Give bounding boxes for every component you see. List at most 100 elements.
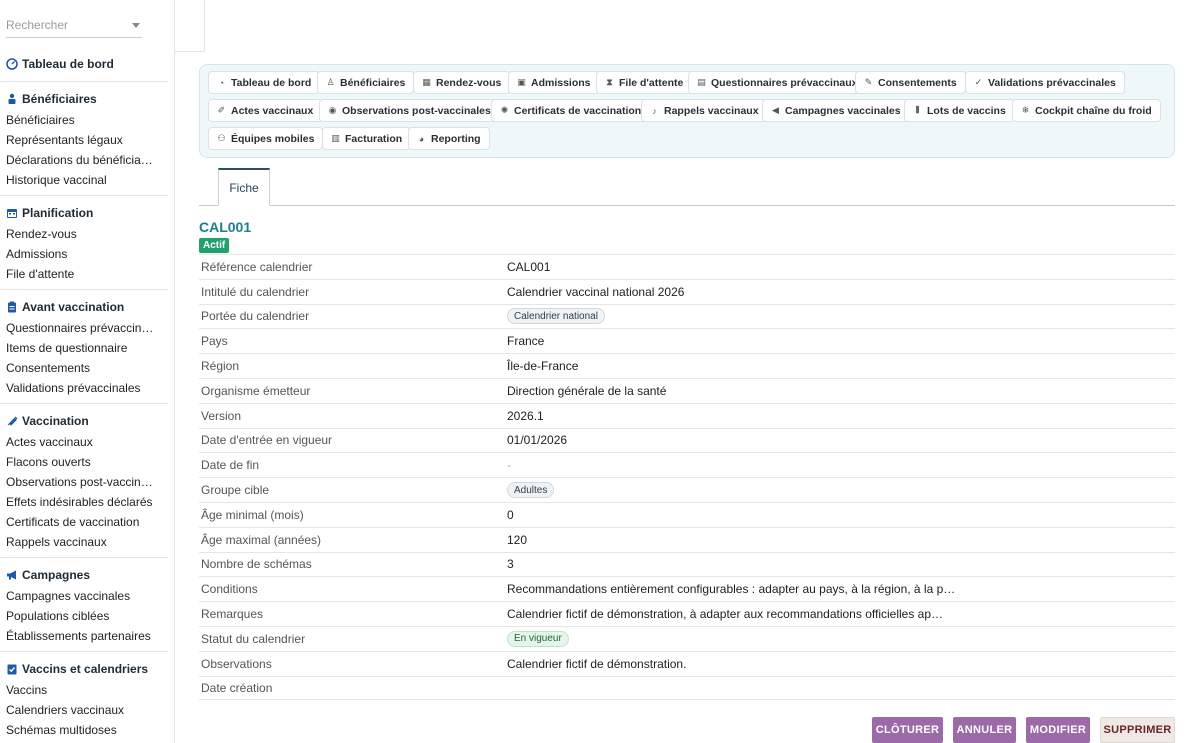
field-value: 01/01/2026 [507,433,568,448]
sidebar-section-vaccination[interactable]: Vaccination [6,414,89,428]
field-label: Groupe cible [201,483,270,498]
sidebar-item-rendez-vous[interactable]: Rendez-vous [6,227,166,241]
clipboard-icon [6,301,18,313]
field-row: Âge minimal (mois) 0 [199,501,1175,527]
field-row: Nombre de schémas 3 [199,551,1175,577]
toolbar-questionnaires-button[interactable]: ▤ Questionnaires prévaccinaux [688,71,867,94]
field-row: Pays France [199,328,1175,353]
tab-fiche[interactable]: Fiche [218,168,270,206]
field-value: Calendrier fictif de démonstration, à ad… [507,607,944,622]
edit-button[interactable]: MODIFIER [1026,717,1090,743]
sidebar-item-items-questionnaire[interactable]: Items de questionnaire [6,341,166,355]
toolbar-reporting-button[interactable]: ◕ Reporting [408,127,490,150]
delete-button[interactable]: SUPPRIMER [1100,717,1175,743]
sidebar-section-planification[interactable]: Planification [6,206,93,220]
sidebar-item-beneficiaires[interactable]: Bénéficiaires [6,113,166,127]
divider [0,195,168,196]
field-label: Observations [201,656,272,671]
search-box[interactable] [6,14,142,38]
field-value: Île-de-France [507,359,579,374]
sidebar-item-file-attente[interactable]: File d'attente [6,267,166,281]
toolbar-rendez-vous-button[interactable]: ▦ Rendez-vous [413,71,511,94]
field-label: Intitulé du calendrier [201,284,310,299]
field-value: Direction générale de la santé [507,383,667,398]
field-label: Date d'entrée en vigueur [201,433,333,448]
cancel-record-button[interactable]: ANNULER [953,717,1016,743]
sidebar-item-questionnaires[interactable]: Questionnaires prévaccin… [6,321,166,335]
toolbar-facturation-button[interactable]: ▥ Facturation [322,127,412,150]
close-record-button[interactable]: CLÔTURER [872,717,943,743]
toolbar-cockpit-button[interactable]: ❄ Cockpit chaîne du froid [1012,99,1161,122]
sidebar-item-certificats[interactable]: Certificats de vaccination [6,515,166,529]
sidebar-item-calendriers[interactable]: Calendriers vaccinaux [6,703,166,717]
person-icon: ♙ [326,77,335,87]
toolbar-actes-button[interactable]: ✐ Actes vaccinaux [208,99,323,122]
barcode-icon: ⦀ [915,105,920,115]
sidebar-item-effets[interactable]: Effets indésirables déclarés [6,495,166,509]
toolbar-campagnes-button[interactable]: ◀ Campagnes vaccinales [762,99,910,122]
toolbar-certificats-button[interactable]: ✺ Certificats de vaccination [491,99,651,122]
divider [0,557,168,558]
sidebar-item-observations[interactable]: Observations post-vaccin… [6,475,166,489]
sidebar-item-flacons[interactable]: Flacons ouverts [6,455,166,469]
tab-bar: Fiche [199,168,1175,206]
toolbar-equipes-button[interactable]: ⚇ Équipes mobiles [208,127,324,150]
field-row: Date création [199,675,1175,701]
field-row: Région Île-de-France [199,353,1175,378]
field-row: Groupe cible Adultes [199,477,1175,502]
toolbar-consentements-button[interactable]: ✎ Consentements [855,71,966,94]
field-label: Statut du calendrier [201,631,306,646]
field-label: Référence calendrier [201,259,313,274]
sidebar-item-actes[interactable]: Actes vaccinaux [6,435,166,449]
field-value: Calendrier fictif de démonstration. [507,656,687,671]
field-value: Calendrier vaccinal national 2026 [507,284,685,299]
sidebar-section-title: Avant vaccination [22,300,125,314]
clipboard-icon: ▤ [697,77,706,87]
sidebar-item-validations[interactable]: Validations prévaccinales [6,381,166,395]
field-label: Version [201,408,242,423]
toolbar-file-attente-button[interactable]: ⧗ File d'attente [596,71,693,94]
sidebar-section-title: Vaccins et calendriers [22,662,149,676]
toolbar-validations-button[interactable]: ✓ Validations prévaccinales [965,71,1125,94]
sidebar-item-schemas[interactable]: Schémas multidoses [6,723,166,737]
field-row: Version 2026.1 [199,402,1175,428]
field-value: Recommandations entièrement configurable… [507,582,956,597]
field-value: 2026.1 [507,408,544,423]
chevron-down-icon[interactable] [132,23,140,28]
field-row: Âge maximal (années) 120 [199,526,1175,552]
sidebar-section-avant-vaccination[interactable]: Avant vaccination [6,300,124,314]
toolbar-dashboard-button[interactable]: ◔ Tableau de bord [208,71,321,94]
sidebar-item-rappels[interactable]: Rappels vaccinaux [6,535,166,549]
sidebar-section-campagnes[interactable]: Campagnes [6,568,90,582]
sidebar-item-populations[interactable]: Populations ciblées [6,609,166,623]
toolbar-observations-button[interactable]: ◉ Observations post-vaccinales [319,99,500,122]
sidebar-section-vaccins-calendriers[interactable]: Vaccins et calendriers [6,662,148,676]
sidebar-section-title: Vaccination [22,414,89,428]
sidebar: Tableau de bord Bénéficiaires Bénéficiai… [0,0,175,743]
sidebar-item-consentements[interactable]: Consentements [6,361,166,375]
quick-access-toolbar: ◔ Tableau de bord ♙ Bénéficiaires ▦ Rendez-… [199,64,1175,158]
field-value: 3 [507,557,514,572]
toolbar-lots-button[interactable]: ⦀ Lots de vaccins [904,99,1015,122]
divider [0,289,168,290]
sidebar-item-declarations[interactable]: Déclarations du bénéficia… [6,153,166,167]
toolbar-admissions-button[interactable]: ▣ Admissions [508,71,600,94]
sidebar-item-representants[interactable]: Représentants légaux [6,133,166,147]
search-input[interactable] [6,14,126,36]
field-label: Région [201,359,240,374]
sidebar-item-dashboard[interactable]: Tableau de bord [6,57,114,71]
field-row: Observations Calendrier fictif de démonst… [199,650,1175,676]
sidebar-section-beneficiaires[interactable]: Bénéficiaires [6,92,97,106]
pie-chart-icon: ◕ [418,133,425,144]
sidebar-section-title: Bénéficiaires [22,92,97,106]
sidebar-item-admissions[interactable]: Admissions [6,247,166,261]
toolbar-rappels-button[interactable]: ♪ Rappels vaccinaux [641,99,768,122]
sidebar-item-campagnes-vaccinales[interactable]: Campagnes vaccinales [6,589,166,603]
sidebar-item-etablissements[interactable]: Établissements partenaires [6,629,166,643]
field-row: Conditions Recommandations entièrement co… [199,576,1175,601]
sidebar-item-historique[interactable]: Historique vaccinal [6,173,166,187]
toolbar-beneficiaires-button[interactable]: ♙ Bénéficiaires [317,71,415,94]
sidebar-item-label: Tableau de bord [22,57,114,71]
field-label: Organisme émetteur [201,383,311,398]
sidebar-item-vaccins[interactable]: Vaccins [6,683,166,697]
